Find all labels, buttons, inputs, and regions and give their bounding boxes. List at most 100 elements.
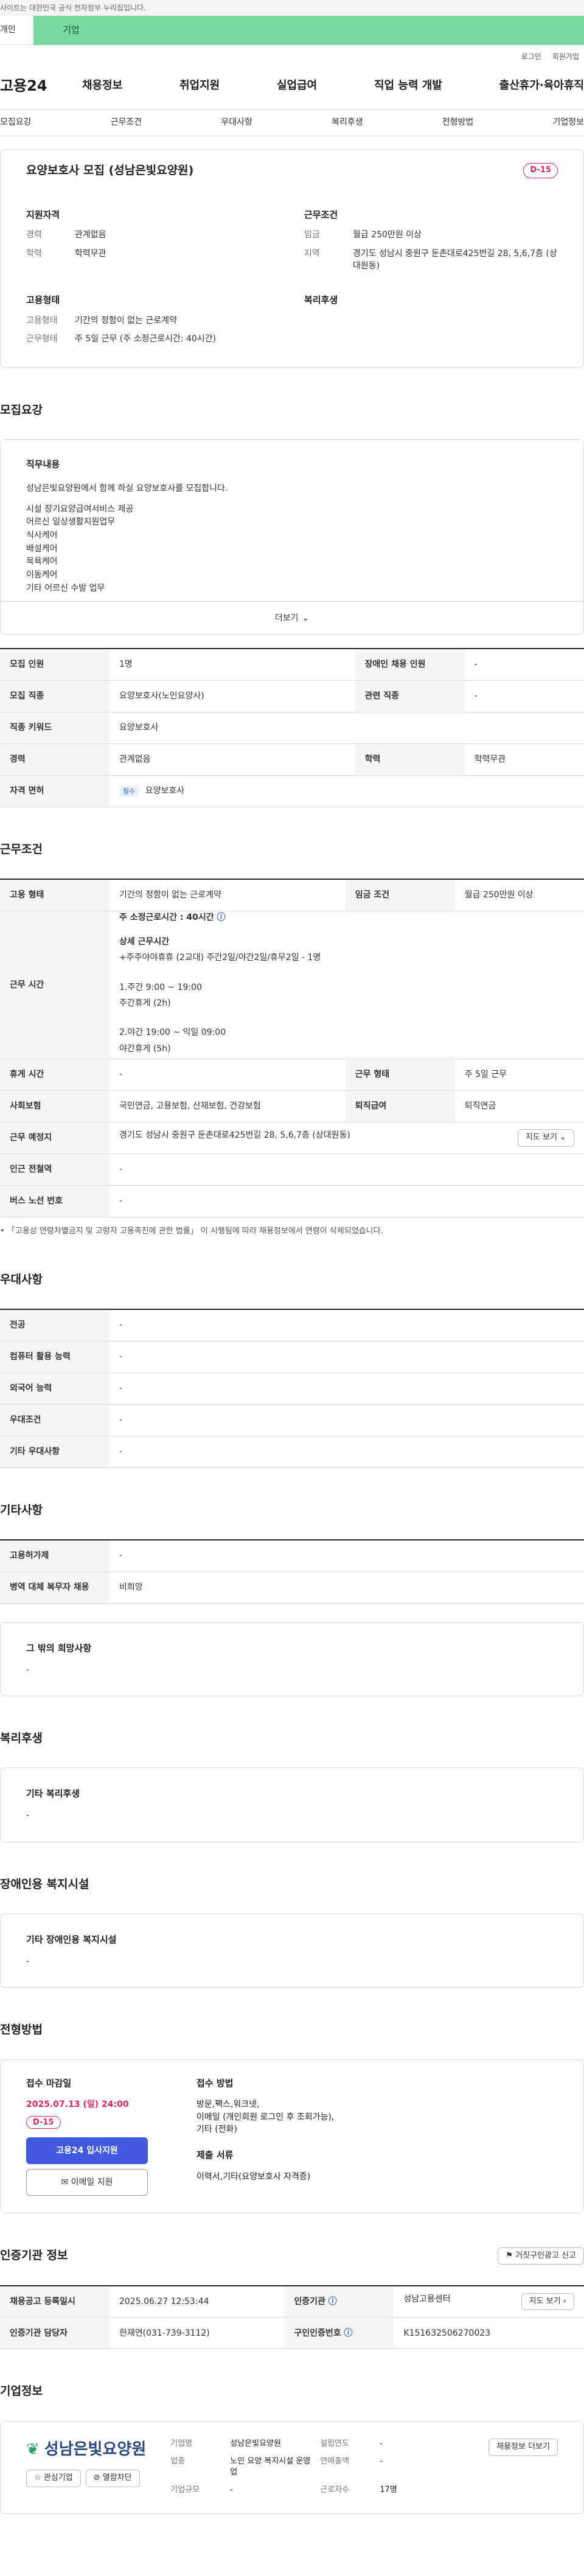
cell-value: - <box>109 1540 584 1572</box>
docs-heading: 제출 서류 <box>196 2150 234 2161</box>
cell-key: 병역 대체 복무자 채용 <box>0 1572 109 1604</box>
company-card: ❦ 성남은빛요양원 ☆ 관심기업 ⊘ 열람차단 기업명 성남은빛요양원 설립연도… <box>0 2420 584 2515</box>
subnav-selection[interactable]: 전형방법 <box>442 116 474 128</box>
gnb-parental-leave[interactable]: 출산휴가·육아휴직 <box>499 78 584 94</box>
recruit-table: 모집 인원 1명 장애인 채용 인원 - 모집 직종 요양보호사(노인요양사) … <box>0 648 584 807</box>
subnav-work[interactable]: 근무조건 <box>111 116 142 128</box>
job-content-line: 시설 장기요양급여서비스 제공 <box>26 504 134 514</box>
subnav-recruit[interactable]: 모집요강 <box>0 116 32 128</box>
gnb-unemployment[interactable]: 실업급여 <box>277 78 317 94</box>
dday-badge: D-15 <box>26 2115 61 2129</box>
more-button[interactable]: 더보기 ⌄ <box>1 601 583 634</box>
weekly-hours: 주 소정근로시간 : 40시간 <box>119 912 214 922</box>
work-table: 고용 형태 기간의 정함이 없는 근로계약 임금 조건 월급 250만원 이상 … <box>0 879 584 1217</box>
deadline-heading: 접수 마감일 <box>26 2077 72 2089</box>
dday-badge: D-15 <box>523 163 558 179</box>
field-value: 17명 <box>380 2485 397 2495</box>
info-icon[interactable]: ⓘ <box>328 2297 337 2306</box>
time-line: 주간휴게 (2h) <box>119 998 171 1009</box>
cond-key: 임금 <box>304 230 320 240</box>
site-logo[interactable]: 고용24 <box>0 75 82 97</box>
other-wish-value: - <box>26 1665 30 1675</box>
cell-value: - <box>109 1059 346 1091</box>
disabled-section-title: 장애인용 복지시설 <box>0 1877 89 1891</box>
cell-value: 주 소정근로시간 : 40시간 ⓘ 상세 근무시간 +주주야야휴휴 (2교대) … <box>109 911 584 1059</box>
chevron-right-icon: › <box>563 2296 566 2306</box>
subnav-welfare[interactable]: 복리후생 <box>332 116 363 128</box>
section-nav: 모집요강 근무조건 우대사항 복리후생 전형방법 기업정보 <box>0 110 584 136</box>
license-value: 요양보호사 <box>145 786 185 796</box>
login-link[interactable]: 로그인 <box>521 52 541 62</box>
cell-key: 컴퓨터 활용 능력 <box>0 1341 109 1373</box>
company-jobs-button[interactable]: 채용정보 더보기 <box>488 2438 558 2456</box>
block-icon: ⊘ <box>93 2473 100 2483</box>
tab-personal[interactable]: 개인 <box>0 16 33 45</box>
table-row: 사회보험 국민연금, 고용보험, 산재보험, 건강보험 퇴직급여 퇴직연금 <box>0 1090 584 1123</box>
cell-key: 인근 전철역 <box>0 1154 109 1186</box>
required-badge: 필수 <box>119 786 139 798</box>
cell-value: - <box>109 1185 584 1217</box>
map-button[interactable]: 지도 보기 ⌄ <box>517 1129 574 1147</box>
job-content-line: 목욕케어 <box>26 557 58 567</box>
cell-key: 근무 형태 <box>345 1059 455 1091</box>
table-row: 고용허가제 - <box>0 1540 584 1572</box>
other-wish-card: 그 밖의 희망사항 - <box>0 1621 584 1696</box>
job-title: 요양보호사 모집 (성남은빛요양원) <box>26 164 194 177</box>
qual-value: 학력무관 <box>75 248 106 259</box>
gnb-training[interactable]: 직업 능력 개발 <box>374 78 442 94</box>
cell-key: 구인인증번호 ⓘ <box>284 2317 394 2350</box>
emp-heading: 고용형태 <box>26 294 60 306</box>
signup-link[interactable]: 회원가입 <box>552 52 579 62</box>
report-label: 거짓구인광고 신고 <box>515 2251 576 2260</box>
gnb-employment-support[interactable]: 취업지원 <box>179 78 220 94</box>
table-row: 근무 시간 주 소정근로시간 : 40시간 ⓘ 상세 근무시간 +주주야야휴휴 … <box>0 911 584 1059</box>
cell-key: 관련 직종 <box>355 680 465 712</box>
cell-value: - <box>464 680 584 712</box>
info-icon[interactable]: ⓘ <box>344 2328 353 2338</box>
recruit-section-title: 모집요강 <box>0 403 43 417</box>
cell-value: 퇴직연금 <box>454 1090 584 1123</box>
qual-heading: 지원자격 <box>26 209 60 220</box>
info-icon[interactable]: ⓘ <box>217 913 226 922</box>
job-content-line: 기타 어르신 수발 업무 <box>26 583 105 593</box>
tab-company[interactable]: 기업 <box>33 16 584 45</box>
apply-button[interactable]: 고용24 입사지원 <box>26 2137 148 2164</box>
email-apply-button[interactable]: ✉ 이메일 지원 <box>26 2168 148 2196</box>
job-content-line: 배설케어 <box>26 543 58 554</box>
chevron-down-icon: ⌄ <box>302 613 310 623</box>
welfare-box-heading: 기타 복리후생 <box>26 1788 80 1800</box>
emp-value: 기간의 정함이 없는 근로계약 <box>75 315 177 325</box>
block-button[interactable]: ⊘ 열람차단 <box>85 2470 140 2488</box>
report-button[interactable]: ⚑ 거짓구인광고 신고 <box>498 2247 584 2265</box>
cell-key: 전공 <box>0 1309 109 1342</box>
other-wish-heading: 그 밖의 희망사항 <box>26 1642 92 1654</box>
docs-value: 이력서,기타(요양보호사 자격증) <box>196 2172 311 2182</box>
emp-key: 고용형태 <box>26 315 58 325</box>
cell-value: K151632506270023 <box>394 2317 584 2350</box>
work-section-title: 근무조건 <box>0 842 43 856</box>
gnb-jobs[interactable]: 채용정보 <box>82 78 122 94</box>
cell-key: 퇴직급여 <box>345 1090 455 1123</box>
table-row: 컴퓨터 활용 능력 - <box>0 1341 584 1373</box>
cell-key: 모집 직종 <box>0 680 109 712</box>
field-key: 설립연도 <box>320 2438 350 2448</box>
qual-key: 경력 <box>26 230 42 240</box>
cond-heading: 근무조건 <box>304 209 338 220</box>
table-row: 채용공고 등록일시 2025.06.27 12:53:44 인증기관 ⓘ 성남고… <box>0 2285 584 2318</box>
disabled-box-heading: 기타 장애인용 복지시설 <box>26 1934 117 1946</box>
gov-notice-bar: 사이트는 대한민국 공식 전자정부 누리집입니다. <box>0 0 584 16</box>
table-row: 전공 - <box>0 1309 584 1342</box>
no-key: 구인인증번호 <box>294 2328 341 2338</box>
org-value: 성남고용센터 <box>403 2294 451 2304</box>
map-button[interactable]: 지도 보기 › <box>521 2292 574 2311</box>
field-key: 기업규모 <box>170 2485 200 2495</box>
subnav-company[interactable]: 기업정보 <box>552 116 584 128</box>
cell-key: 직종 키워드 <box>0 712 109 744</box>
field-value: 성남은빛요양원 <box>230 2438 281 2448</box>
apply-card: 접수 마감일 2025.07.13 (일) 24:00 D-15 고용24 입사… <box>0 2059 584 2214</box>
subnav-pref[interactable]: 우대사항 <box>221 116 252 128</box>
favorite-button[interactable]: ☆ 관심기업 <box>26 2470 81 2488</box>
other-section-title: 기타사항 <box>0 1503 43 1517</box>
utility-links: 로그인 회원가입 <box>0 45 584 69</box>
welfare-section-title: 복리후생 <box>0 1731 43 1745</box>
